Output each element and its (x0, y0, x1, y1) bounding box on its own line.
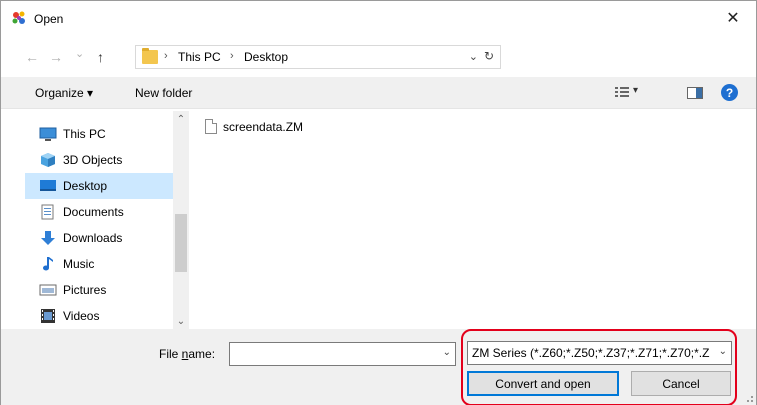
navigation-pane-scrollbar[interactable]: ⌃ ⌄ (173, 111, 189, 329)
file-type-select[interactable]: ZM Series (*.Z60;*.Z50;*.Z37;*.Z71;*.Z70… (467, 341, 732, 365)
sidebar-item-label: Documents (63, 205, 124, 219)
close-icon: ✕ (726, 10, 740, 27)
breadcrumb-separator: › (230, 50, 234, 62)
pc-icon (39, 127, 57, 141)
sidebar-item-label: Downloads (63, 231, 123, 245)
scroll-down-button[interactable]: ⌄ (173, 313, 189, 329)
sidebar-item-music[interactable]: Music (25, 251, 175, 277)
file-list: screendata.ZM (191, 111, 756, 329)
file-name-label: File name: (159, 347, 215, 361)
title-bar: Open ✕ (1, 1, 756, 35)
navigation-pane: This PC 3D Objects Desktop Documents Dow… (1, 111, 191, 329)
sidebar-item-this-pc[interactable]: This PC (25, 121, 175, 147)
breadcrumb-desktop[interactable]: Desktop (244, 50, 288, 64)
scroll-up-button[interactable]: ⌃ (173, 111, 189, 127)
sidebar-item-documents[interactable]: Documents (25, 199, 175, 225)
file-icon (205, 119, 217, 134)
pictures-icon (39, 284, 57, 296)
file-name-field[interactable]: ⌄ (229, 342, 456, 366)
close-button[interactable]: ✕ (710, 1, 756, 35)
document-icon (41, 204, 54, 220)
file-name-label-pre: File (159, 347, 182, 361)
chevron-down-icon: ⌄ (176, 315, 186, 327)
chevron-down-icon: ⌄ (718, 346, 727, 357)
file-name-label-post: ame: (188, 347, 216, 361)
help-icon[interactable]: ? (721, 84, 738, 101)
app-icon (12, 11, 25, 24)
address-dropdown-button[interactable]: ⌄ (469, 50, 478, 63)
up-arrow-icon: ↑ (97, 49, 104, 65)
forward-arrow-icon: → (49, 49, 63, 65)
back-button[interactable]: ← (25, 49, 39, 65)
window-title: Open (34, 12, 64, 26)
open-dialog: Open ✕ ← → ⌄ ↑ › This PC › Desktop ⌄ ↻ O… (0, 0, 757, 405)
cancel-button[interactable]: Cancel (631, 371, 731, 396)
music-icon (43, 257, 53, 271)
back-arrow-icon: ← (25, 49, 39, 65)
navigation-bar: ← → ⌄ ↑ › This PC › Desktop ⌄ ↻ (1, 41, 756, 73)
chevron-down-icon: ⌄ (468, 51, 478, 63)
file-name: screendata.ZM (223, 119, 304, 134)
video-icon (41, 309, 55, 323)
sidebar-item-label: Music (63, 257, 95, 271)
dialog-footer: File name: ⌄ ZM Series (*.Z60;*.Z50;*.Z3… (1, 329, 756, 405)
file-type-dropdown-button[interactable]: ⌄ (718, 346, 727, 357)
command-bar: Organize ▾ New folder ▾ ? (1, 77, 756, 109)
sidebar-item-label: Videos (63, 309, 100, 323)
sidebar-item-pictures[interactable]: Pictures (25, 277, 175, 303)
sidebar-item-label: Desktop (63, 179, 108, 193)
sidebar-item-downloads[interactable]: Downloads (25, 225, 175, 251)
sidebar-item-label: Pictures (63, 283, 107, 297)
sidebar-item-videos[interactable]: Videos (25, 303, 175, 329)
breadcrumb-this-pc[interactable]: This PC (178, 50, 221, 64)
view-options-icon[interactable] (615, 87, 629, 98)
up-button[interactable]: ↑ (97, 49, 104, 65)
chevron-down-icon: ⌄ (442, 347, 451, 358)
folder-icon (142, 48, 158, 64)
chevron-down-icon: ⌄ (75, 48, 85, 60)
refresh-icon: ↻ (483, 49, 494, 63)
convert-and-open-button[interactable]: Convert and open (467, 371, 619, 396)
chevron-up-icon: ⌃ (176, 113, 186, 125)
preview-pane-icon[interactable] (687, 87, 703, 99)
list-item[interactable]: screendata.ZM (205, 119, 303, 134)
download-icon (41, 231, 55, 245)
sidebar-item-3d-objects[interactable]: 3D Objects (25, 147, 175, 173)
refresh-button[interactable]: ↻ (484, 49, 494, 63)
file-name-dropdown-button[interactable]: ⌄ (443, 347, 451, 358)
recent-locations-button[interactable]: ⌄ (75, 47, 84, 60)
organize-button[interactable]: Organize ▾ (35, 86, 93, 100)
breadcrumb-separator: › (164, 50, 168, 62)
file-type-value: ZM Series (*.Z60;*.Z50;*.Z37;*.Z71;*.Z70… (472, 346, 710, 360)
scroll-thumb[interactable] (175, 214, 187, 272)
sidebar-item-label: This PC (63, 127, 106, 141)
sidebar-item-label: 3D Objects (63, 153, 123, 167)
resize-grip-icon[interactable] (742, 391, 754, 403)
sidebar-item-desktop[interactable]: Desktop (25, 173, 175, 199)
forward-button[interactable]: → (49, 49, 63, 65)
caret-down-icon: ▾ (633, 85, 639, 96)
new-folder-button[interactable]: New folder (135, 86, 192, 100)
desktop-icon (40, 180, 56, 191)
cube-icon (41, 153, 55, 167)
address-bar[interactable]: › This PC › Desktop ⌄ ↻ (135, 45, 501, 69)
view-dropdown-button[interactable]: ▾ (633, 85, 638, 96)
